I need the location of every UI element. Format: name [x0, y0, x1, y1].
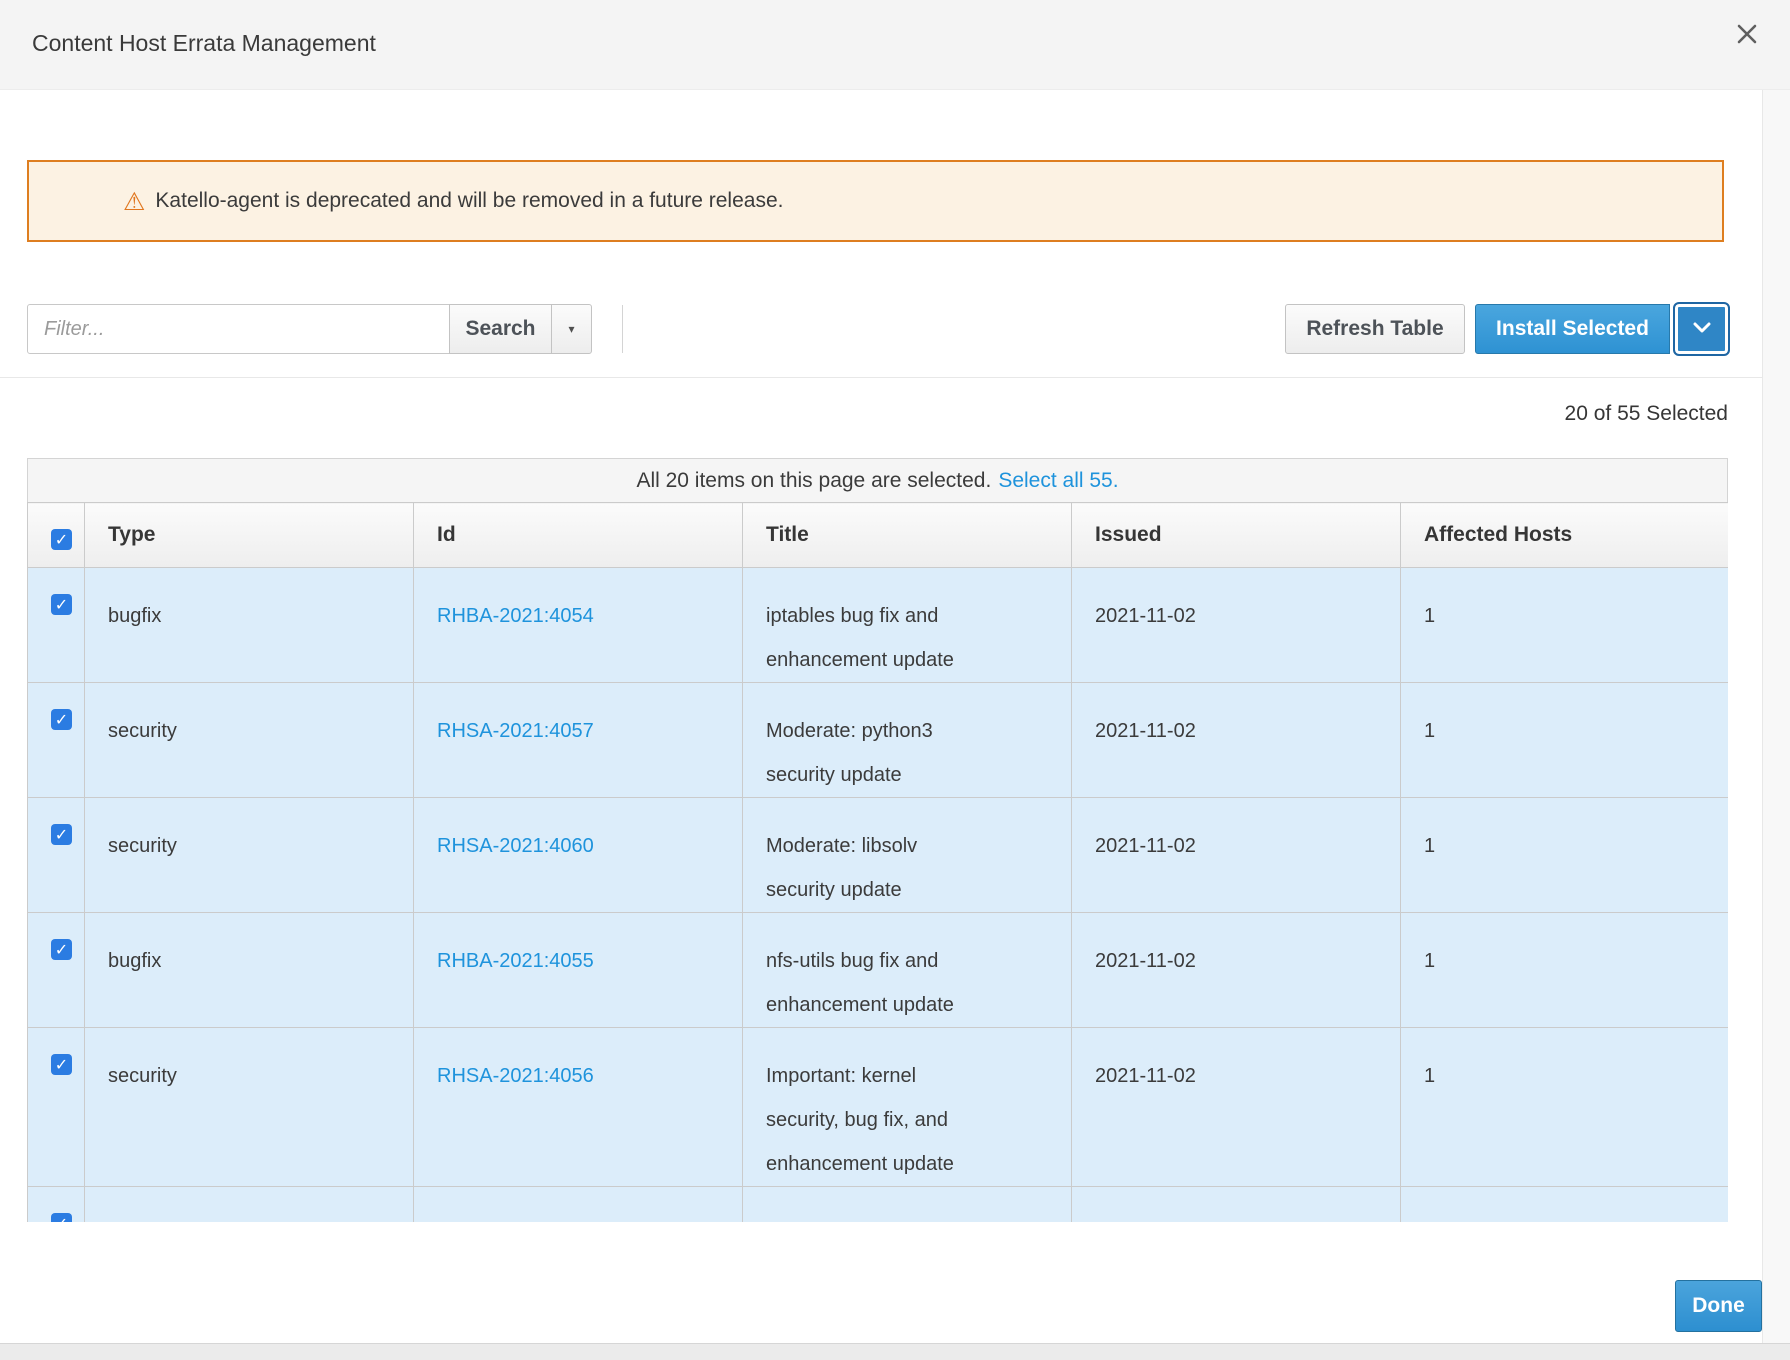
select-all-checkbox[interactable]: ✓	[51, 529, 72, 550]
select-all-link[interactable]: Select all 55.	[998, 469, 1118, 493]
table-header-row: ✓ Type Id Title Issued Affected Hosts	[28, 503, 1729, 568]
checkmark-icon: ✓	[55, 1202, 68, 1223]
checkmark-icon: ✓	[55, 583, 68, 627]
scrollbar-track[interactable]	[1762, 90, 1790, 1343]
cell-issued: 2021-11-02	[1072, 1028, 1401, 1187]
cell-issued: 2021-11-02	[1072, 683, 1401, 798]
errata-management-modal: Content Host Errata Management ⚠ Katello…	[0, 0, 1790, 1343]
cell-title: Important: kernelsecurity, bug fix, ande…	[743, 1028, 1072, 1187]
cell-affected-hosts: 1	[1401, 683, 1729, 798]
row-checkbox[interactable]: ✓	[51, 1054, 72, 1075]
modal-header: Content Host Errata Management	[0, 0, 1790, 90]
cell-type: bugfix	[85, 1187, 414, 1223]
column-header-issued: Issued	[1072, 503, 1401, 568]
errata-id-link[interactable]: RHSA-2021:4056	[437, 1065, 594, 1087]
selection-summary: 20 of 55 Selected	[27, 402, 1728, 426]
checkmark-icon: ✓	[55, 530, 68, 549]
cell-title: nfs-utils bug fix andenhancement update	[743, 913, 1072, 1028]
caret-down-icon: ▾	[568, 322, 574, 336]
errata-table-container: All 20 items on this page are selected. …	[27, 458, 1728, 1222]
errata-id-link[interactable]: RHBA-2021:4054	[437, 605, 594, 627]
install-selected-dropdown-toggle[interactable]	[1673, 302, 1730, 356]
cell-title: Moderate: libsolvsecurity update	[743, 798, 1072, 913]
page-title: Content Host Errata Management	[32, 30, 376, 57]
column-header-affected-hosts: Affected Hosts	[1401, 503, 1729, 568]
toolbar-separator	[0, 377, 1762, 378]
close-icon	[1735, 22, 1759, 49]
close-button[interactable]	[1732, 20, 1762, 50]
cell-affected-hosts: 1	[1401, 568, 1729, 683]
errata-table: ✓ Type Id Title Issued Affected Hosts ✓ …	[27, 502, 1728, 1222]
cell-title: sudo bug fix and	[743, 1187, 1072, 1223]
cell-type: security	[85, 798, 414, 913]
cell-affected-hosts: 1	[1401, 798, 1729, 913]
column-header-type: Type	[85, 503, 414, 568]
cell-affected-hosts: 1	[1401, 913, 1729, 1028]
errata-id-link[interactable]: RHSA-2021:4057	[437, 720, 594, 742]
cell-title: iptables bug fix andenhancement update	[743, 568, 1072, 683]
select-all-banner-text: All 20 items on this page are selected.	[636, 469, 991, 493]
deprecation-alert: ⚠ Katello-agent is deprecated and will b…	[27, 160, 1724, 242]
install-selected-button[interactable]: Install Selected	[1475, 304, 1670, 354]
table-row: ✓ security RHSA-2021:4056 Important: ker…	[28, 1028, 1729, 1187]
refresh-table-button[interactable]: Refresh Table	[1285, 304, 1465, 354]
page-background-edge	[0, 1343, 1790, 1360]
table-row: ✓ security RHSA-2021:4057 Moderate: pyth…	[28, 683, 1729, 798]
row-checkbox[interactable]: ✓	[51, 1213, 72, 1222]
search-dropdown-toggle[interactable]: ▾	[551, 304, 592, 354]
row-checkbox[interactable]: ✓	[51, 939, 72, 960]
cell-type: security	[85, 1028, 414, 1187]
chevron-down-icon	[1693, 320, 1711, 338]
cell-affected-hosts: 1	[1401, 1187, 1729, 1223]
checkmark-icon: ✓	[55, 1043, 68, 1087]
table-row: ✓ security RHSA-2021:4060 Moderate: libs…	[28, 798, 1729, 913]
checkmark-icon: ✓	[55, 813, 68, 857]
checkmark-icon: ✓	[55, 928, 68, 972]
column-header-title: Title	[743, 503, 1072, 568]
cell-type: security	[85, 683, 414, 798]
cell-affected-hosts: 1	[1401, 1028, 1729, 1187]
errata-id-link[interactable]: RHBA-2021:4055	[437, 950, 594, 972]
alert-message: Katello-agent is deprecated and will be …	[155, 189, 783, 213]
row-checkbox[interactable]: ✓	[51, 594, 72, 615]
table-row: ✓ bugfix RHBA-2021:4055 nfs-utils bug fi…	[28, 913, 1729, 1028]
cell-issued: 2021-11-02	[1072, 568, 1401, 683]
column-header-id: Id	[414, 503, 743, 568]
toolbar-divider	[622, 305, 623, 353]
errata-id-link[interactable]: RHSA-2021:4060	[437, 835, 594, 857]
checkmark-icon: ✓	[55, 698, 68, 742]
row-checkbox[interactable]: ✓	[51, 709, 72, 730]
cell-title: Moderate: python3security update	[743, 683, 1072, 798]
table-row: ✓ bugfix RHBA-2021:4062 sudo bug fix and…	[28, 1187, 1729, 1223]
cell-type: bugfix	[85, 568, 414, 683]
select-all-banner: All 20 items on this page are selected. …	[27, 458, 1728, 502]
errata-table-body: ✓ bugfix RHBA-2021:4054 iptables bug fix…	[28, 568, 1729, 1223]
done-button[interactable]: Done	[1675, 1280, 1762, 1332]
cell-issued: 2021-11-02	[1072, 798, 1401, 913]
table-row: ✓ bugfix RHBA-2021:4054 iptables bug fix…	[28, 568, 1729, 683]
cell-type: bugfix	[85, 913, 414, 1028]
cell-issued: 2021-11-02	[1072, 1187, 1401, 1223]
warning-icon: ⚠	[123, 189, 145, 214]
search-button[interactable]: Search	[449, 304, 552, 354]
row-checkbox[interactable]: ✓	[51, 824, 72, 845]
filter-input[interactable]	[27, 304, 450, 354]
cell-issued: 2021-11-02	[1072, 913, 1401, 1028]
